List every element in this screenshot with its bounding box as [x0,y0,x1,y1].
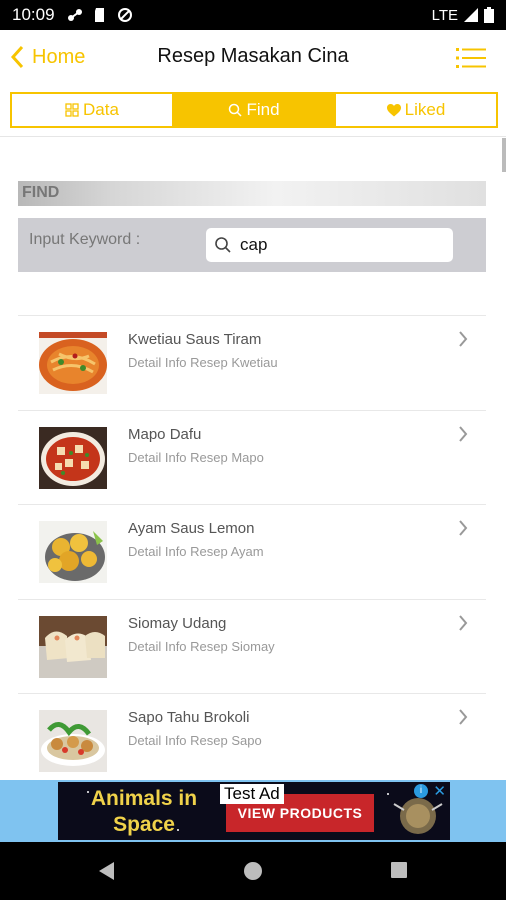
mapo-thumbnail [39,426,107,489]
find-header-label: FIND [22,184,60,201]
keyword-label: Input Keyword : [29,231,141,248]
item-title: Ayam Saus Lemon [128,520,255,537]
app-screen: 10:09 LTE Home Resep Masakan Cina Data F… [0,0,506,900]
item-subtitle: Detail Info Resep Siomay [128,638,275,654]
signal-icon [464,8,478,22]
tab-find-label: Find [246,100,280,119]
ad-close-icon[interactable]: ✕ [433,782,446,800]
tab-data-label: Data [83,100,119,119]
list-item[interactable]: Kwetiau Saus Tiram Detail Info Resep Kwe… [18,315,486,410]
sapo-thumbnail [39,710,107,772]
menu-icon[interactable] [456,46,486,70]
back-button[interactable]: Home [10,42,85,72]
ad-creative[interactable]: Animals in Space VIEW PRODUCTS Test Ad i… [58,782,450,840]
ad-info-icon[interactable]: i [414,784,428,798]
search-box[interactable] [206,228,453,262]
battery-icon [484,7,494,23]
back-triangle-icon[interactable] [97,861,115,881]
item-subtitle: Detail Info Resep Mapo [128,449,264,465]
kwetiau-thumbnail [39,332,107,394]
system-navigation-bar [0,842,506,900]
chevron-left-icon [10,45,24,69]
segmented-tabs: Data Find Liked [10,92,498,128]
data-saver-icon [117,8,132,22]
heart-icon [386,103,401,116]
network-type: LTE [431,6,458,24]
status-bar: 10:09 LTE [0,0,506,30]
sd-card-icon [94,8,104,22]
search-input[interactable] [240,235,440,255]
find-panel: Input Keyword : [18,218,486,272]
chevron-right-icon [459,614,468,631]
chevron-right-icon [459,520,468,536]
item-subtitle: Detail Info Resep Ayam [128,544,264,559]
item-title: Mapo Dafu [128,425,202,443]
status-time: 10:09 [12,5,55,24]
list-item[interactable]: Mapo Dafu Detail Info Resep Mapo [18,409,486,505]
item-subtitle: Detail Info Resep Kwetiau [128,355,278,370]
grid-icon [65,103,79,117]
ad-headline: Animals in Space [90,787,198,836]
ad-banner: Animals in Space VIEW PRODUCTS Test Ad i… [0,780,506,842]
item-subtitle: Detail Info Resep Sapo [128,733,262,748]
scrollbar[interactable] [502,138,506,172]
tab-liked[interactable]: Liked [336,94,496,126]
results-list: Kwetiau Saus Tiram Detail Info Resep Kwe… [18,315,486,788]
item-title: Sapo Tahu Brokoli [128,709,250,726]
status-right: LTE [432,7,494,24]
tab-find[interactable]: Find [174,94,336,126]
list-item[interactable]: Siomay Udang Detail Info Resep Siomay [18,598,486,694]
find-section-header: FIND [18,181,486,206]
tab-liked-label: Liked [404,100,446,119]
tab-data[interactable]: Data [12,94,174,126]
list-item[interactable]: Ayam Saus Lemon Detail Info Resep Ayam [18,504,486,599]
search-icon [215,237,231,253]
siomay-thumbnail [39,615,107,678]
item-title: Siomay Udang [128,614,227,632]
search-icon [229,103,242,117]
chevron-right-icon [459,709,468,725]
chevron-right-icon [459,331,468,347]
list-item[interactable]: Sapo Tahu Brokoli Detail Info Resep Sapo [18,693,486,788]
header-divider [0,136,506,137]
nav-bar: Home Resep Masakan Cina [0,30,506,86]
recents-square-icon[interactable] [390,861,408,879]
back-label: Home [32,45,86,68]
notification-icon [67,9,82,21]
ayam-thumbnail [39,521,107,583]
ad-test-label: Test Ad [220,784,284,804]
item-title: Kwetiau Saus Tiram [128,331,262,348]
chevron-right-icon [459,425,468,442]
home-circle-icon[interactable] [243,861,263,881]
